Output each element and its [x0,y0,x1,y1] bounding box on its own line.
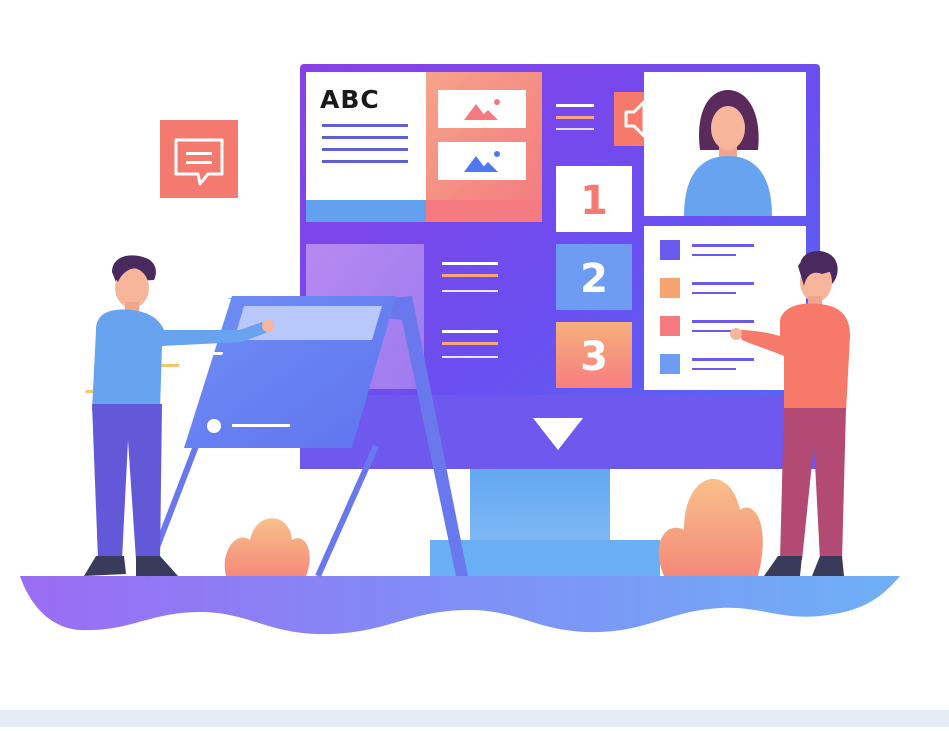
chat-icon [160,120,238,198]
book-heading: ABC [320,85,380,114]
illustration-canvas: ABC 1 2 3 [20,64,900,635]
wave-floor [20,576,900,635]
image-panel [426,72,542,222]
step-3-label: 3 [580,334,608,380]
checklist-panel [644,226,806,390]
step-1-label: 1 [580,178,608,224]
online-learning-illustration: ABC 1 2 3 [0,0,949,727]
monitor-stand-neck [470,466,610,546]
book-page: ABC [306,72,426,222]
step-2-label: 2 [580,256,608,302]
plant-right [658,478,763,576]
step-1: 1 [556,166,632,232]
bottom-strip [0,710,949,727]
step-2: 2 [556,244,632,310]
video-panel [644,72,806,216]
step-3: 3 [556,322,632,388]
plant-left [224,518,310,576]
